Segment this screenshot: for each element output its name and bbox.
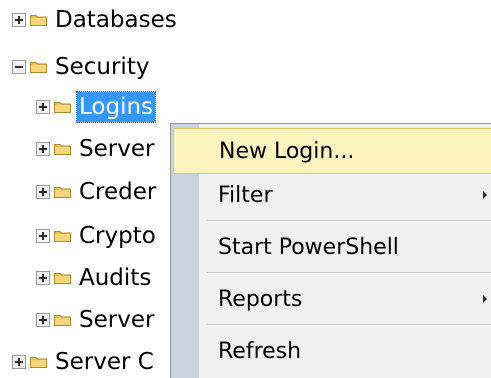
menu-item-filter[interactable]: Filter — [173, 172, 491, 218]
tree-node-server-audit-specifications[interactable]: Server — [36, 300, 156, 340]
chevron-right-icon — [483, 295, 487, 303]
folder-icon — [54, 143, 71, 155]
expand-icon[interactable] — [36, 271, 50, 285]
tree-node-databases[interactable]: Databases — [12, 0, 179, 40]
folder-icon — [54, 186, 71, 198]
folder-icon — [54, 230, 71, 242]
tree-node-audits[interactable]: Audits — [36, 258, 153, 298]
folder-icon — [54, 272, 71, 284]
object-explorer: Databases Security Logins Server Creder — [0, 0, 491, 378]
menu-item-label: Refresh — [218, 338, 302, 364]
expand-icon[interactable] — [12, 355, 26, 369]
tree-node-logins[interactable]: Logins — [36, 87, 157, 127]
menu-item-label: New Login... — [219, 138, 355, 164]
tree-node-label: Crypto — [79, 223, 156, 249]
folder-icon — [54, 314, 71, 326]
menu-item-new-login[interactable]: New Login... — [173, 128, 491, 174]
expand-icon[interactable] — [36, 142, 50, 156]
menu-separator — [207, 324, 491, 326]
menu-item-label: Filter — [218, 182, 273, 208]
folder-icon — [30, 356, 47, 368]
tree-node-credentials[interactable]: Creder — [36, 172, 158, 212]
tree-node-label: Creder — [79, 179, 157, 205]
menu-item-label: Start PowerShell — [218, 234, 399, 260]
folder-icon — [30, 61, 47, 73]
tree-node-security[interactable]: Security — [12, 47, 151, 87]
expand-icon[interactable] — [36, 229, 50, 243]
folder-icon — [30, 14, 47, 26]
folder-icon — [54, 101, 71, 113]
chevron-right-icon — [483, 191, 487, 199]
tree-node-label: Server C — [55, 349, 154, 375]
menu-item-refresh[interactable]: Refresh — [173, 328, 491, 374]
tree-node-label: Audits — [79, 265, 152, 291]
context-menu: New Login... Filter Start PowerShell Rep… — [170, 123, 491, 378]
tree-node-label: Server — [79, 136, 155, 162]
tree-node-label: Server — [79, 307, 155, 333]
collapse-icon[interactable] — [12, 60, 26, 74]
menu-item-start-powershell[interactable]: Start PowerShell — [173, 224, 491, 270]
tree-node-server-objects[interactable]: Server C — [12, 342, 156, 378]
menu-separator — [207, 220, 491, 222]
menu-item-reports[interactable]: Reports — [173, 276, 491, 322]
expand-icon[interactable] — [36, 185, 50, 199]
tree-node-label: Databases — [55, 7, 177, 33]
expand-icon[interactable] — [36, 313, 50, 327]
menu-item-label: Reports — [218, 286, 303, 312]
menu-separator — [207, 272, 491, 274]
expand-icon[interactable] — [12, 13, 26, 27]
expand-icon[interactable] — [36, 100, 50, 114]
tree-node-server-roles[interactable]: Server — [36, 129, 156, 169]
tree-node-cryptographic-providers[interactable]: Crypto — [36, 216, 158, 256]
tree-node-label: Security — [55, 54, 150, 80]
tree-node-label-selected: Logins — [75, 91, 157, 123]
